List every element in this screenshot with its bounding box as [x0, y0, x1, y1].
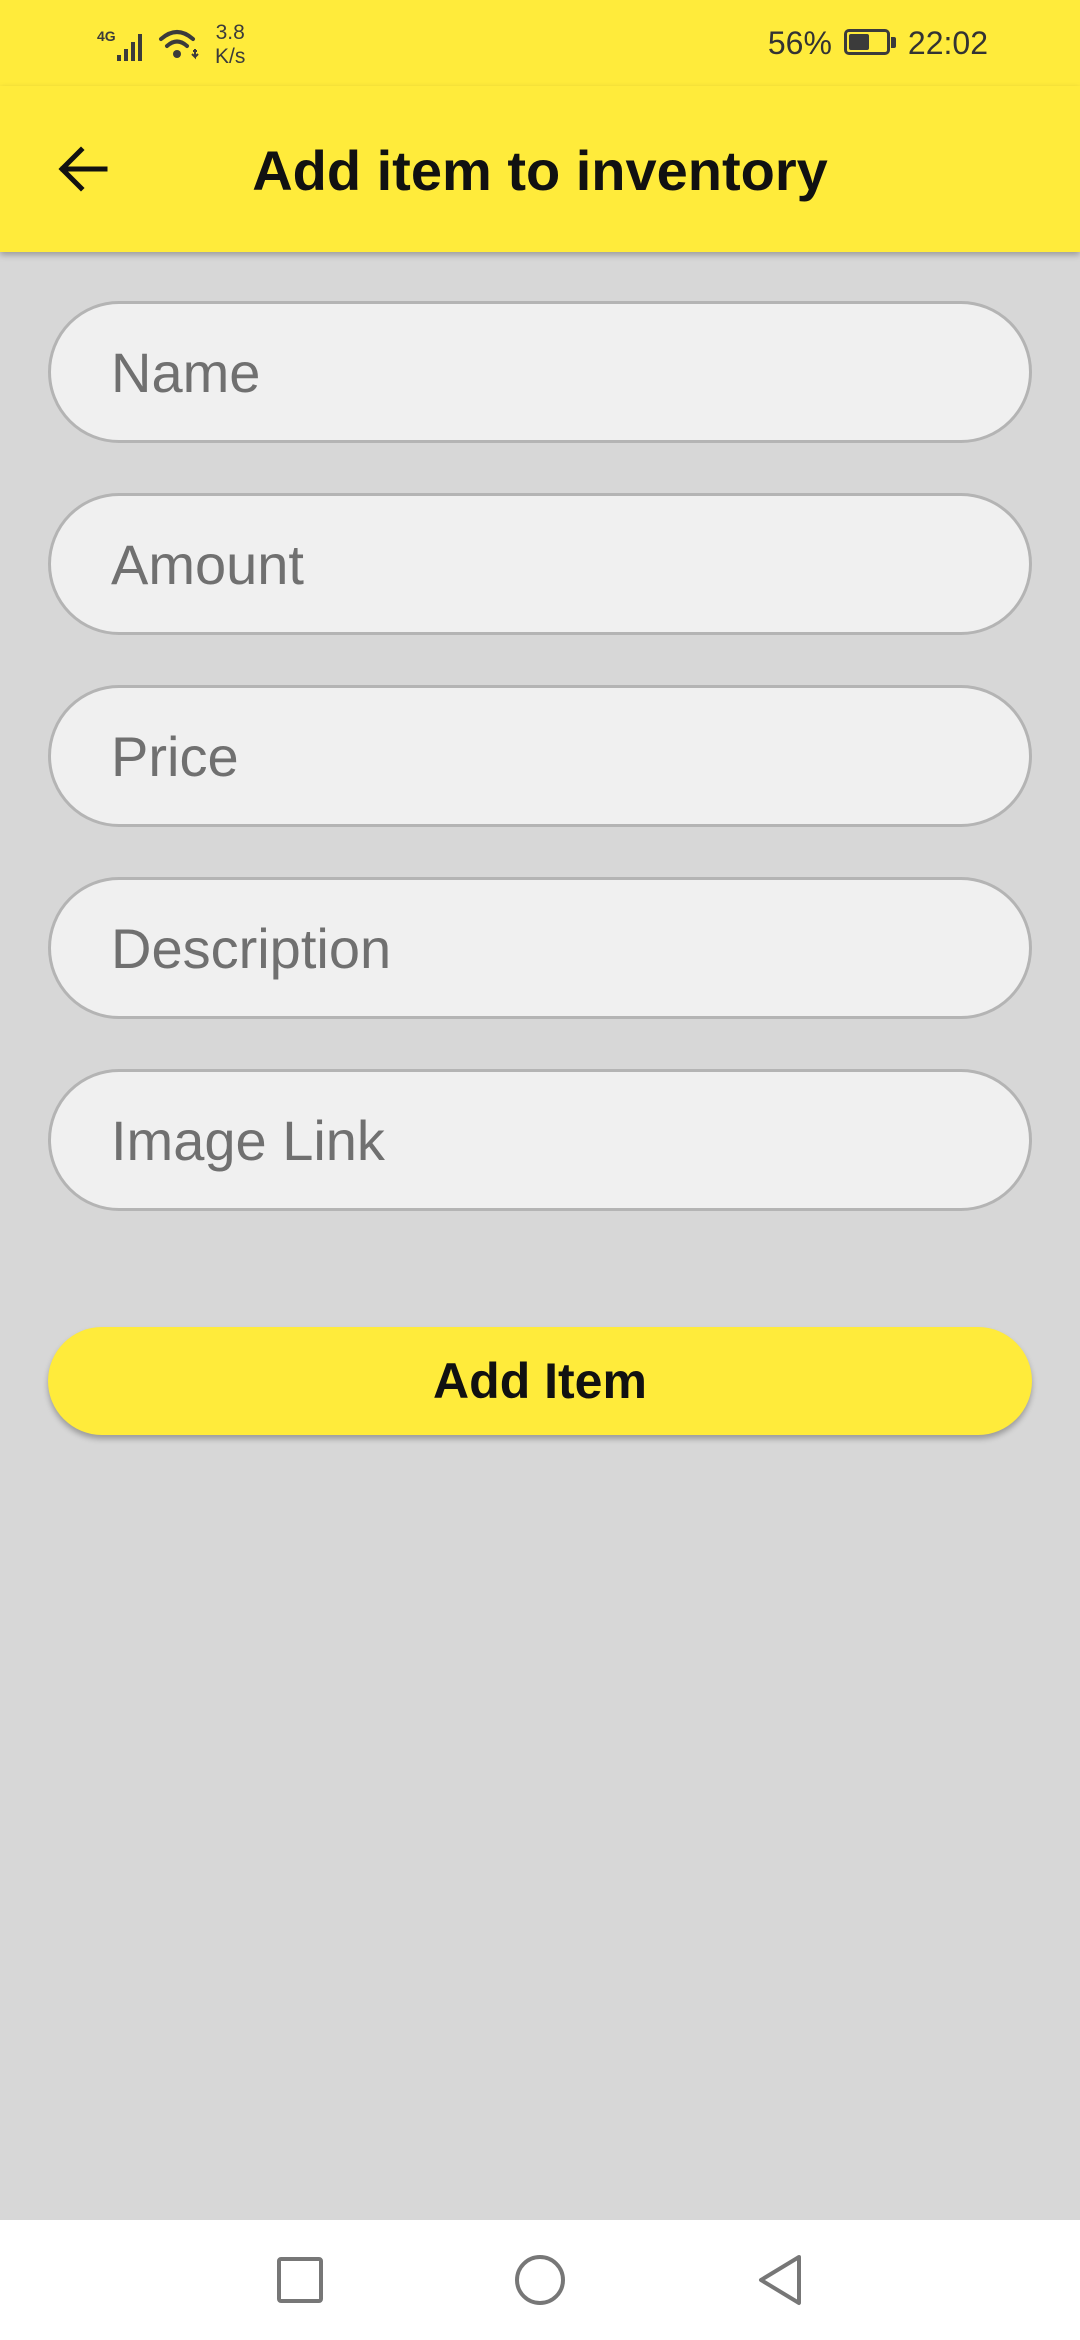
recent-apps-button[interactable]	[260, 2240, 340, 2320]
battery-icon	[843, 29, 898, 57]
network-speed-unit: K/s	[215, 45, 246, 68]
circle-home-icon	[515, 2255, 565, 2305]
description-field[interactable]	[48, 877, 1032, 1019]
wifi-icon	[159, 30, 199, 60]
signal-icon: 4G	[97, 28, 142, 61]
name-input[interactable]	[51, 304, 1029, 440]
battery-percent: 56%	[767, 24, 832, 61]
system-nav-bar	[0, 2220, 1080, 2340]
system-back-button[interactable]	[740, 2240, 820, 2320]
app-bar: Add item to inventory	[0, 86, 1080, 252]
status-left: 4G 3.8 K/s	[97, 20, 245, 70]
add-item-button[interactable]: Add Item	[48, 1327, 1032, 1435]
square-recent-apps-icon	[277, 2257, 323, 2303]
name-field[interactable]	[48, 301, 1032, 443]
page-title: Add item to inventory	[252, 139, 828, 202]
network-type-label: 4G	[97, 28, 116, 44]
description-input[interactable]	[51, 880, 1029, 1016]
clock: 22:02	[907, 24, 988, 61]
network-speed: 3.8 K/s	[215, 21, 245, 69]
network-speed-value: 3.8	[215, 21, 245, 44]
price-input[interactable]	[51, 688, 1029, 824]
status-right: 56% 22:02	[768, 20, 988, 66]
image-link-input[interactable]	[51, 1072, 1029, 1208]
price-field[interactable]	[48, 685, 1032, 827]
home-button[interactable]	[500, 2240, 580, 2320]
image-link-field[interactable]	[48, 1069, 1032, 1211]
add-item-button-label: Add Item	[433, 1353, 647, 1409]
status-bar: 4G 3.8 K/s 56% 22:02	[0, 0, 1080, 86]
add-item-form	[48, 301, 1032, 1261]
triangle-back-icon	[759, 2255, 801, 2305]
amount-input[interactable]	[51, 496, 1029, 632]
amount-field[interactable]	[48, 493, 1032, 635]
